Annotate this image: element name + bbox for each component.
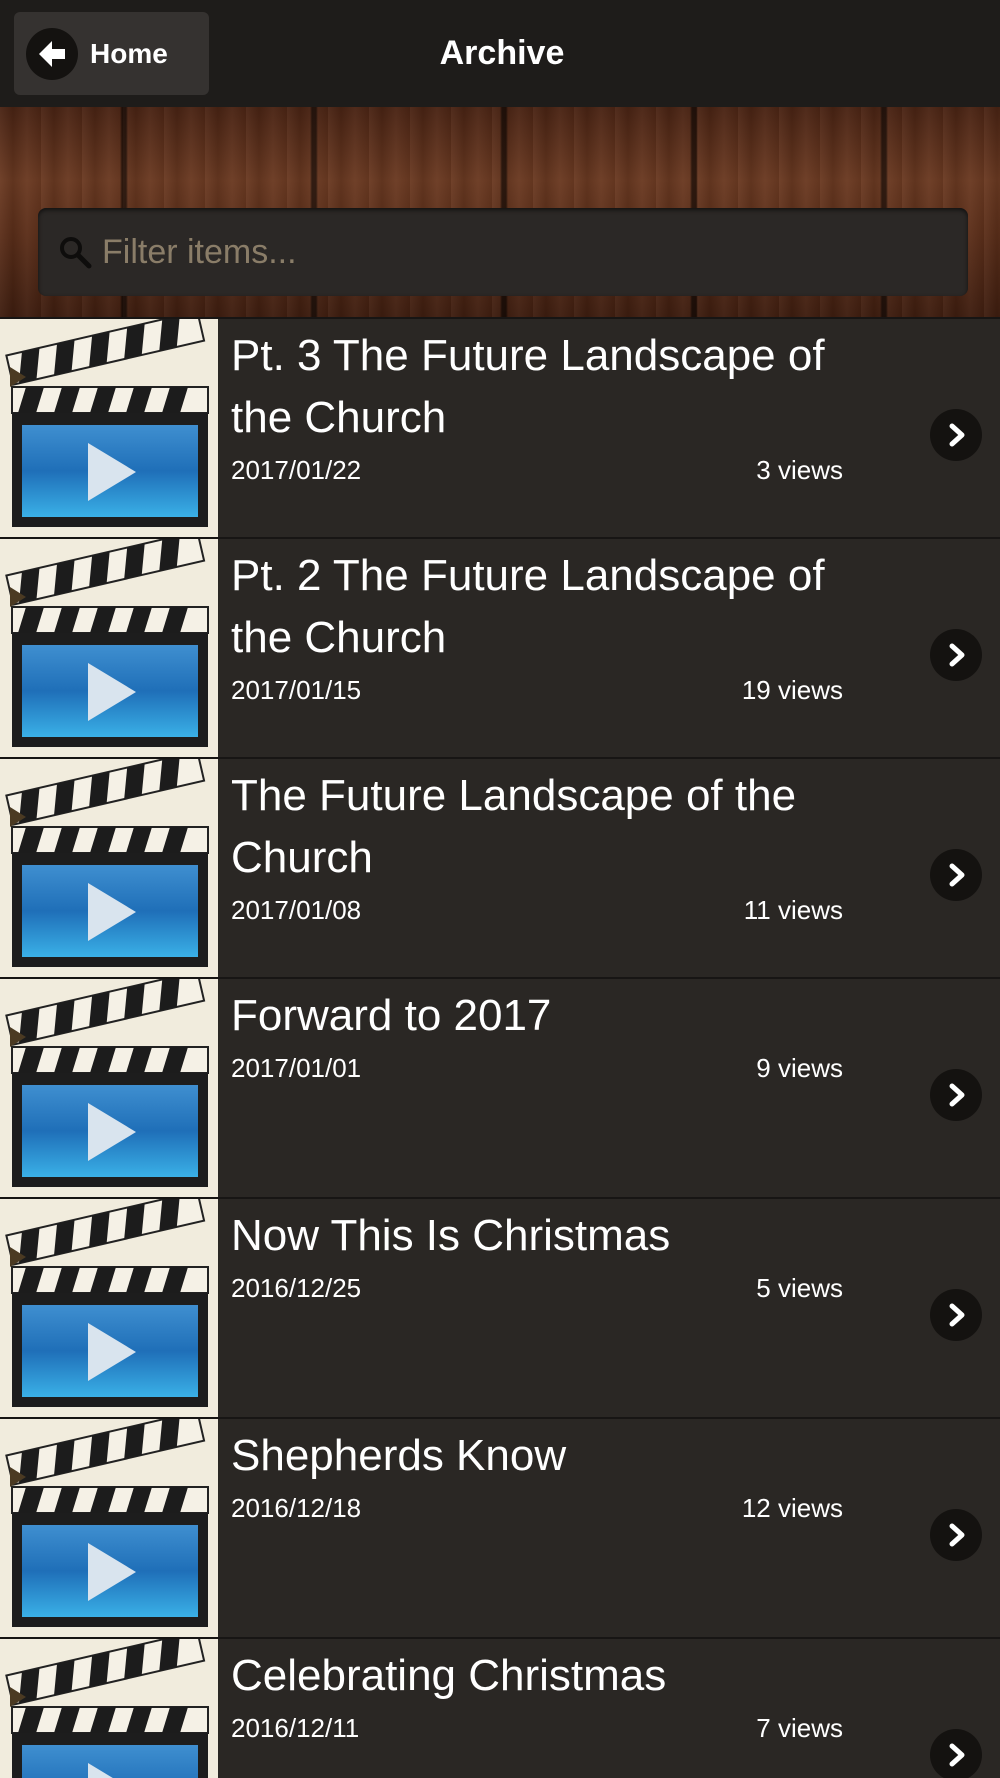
item-date: 2017/01/15 — [231, 675, 362, 705]
chevron-right-icon[interactable] — [930, 1509, 982, 1561]
item-title: Now This Is Christmas — [231, 1211, 671, 1260]
video-clapperboard-icon — [0, 979, 218, 1197]
item-date: 2016/12/25 — [231, 1273, 362, 1303]
item-meta: 2017/01/22 3 views — [231, 455, 843, 486]
video-clapperboard-icon — [0, 1639, 218, 1778]
list-item[interactable]: Celebrating Christmas 2016/12/11 7 views — [0, 1637, 1000, 1778]
video-clapperboard-icon — [0, 1419, 218, 1637]
chevron-right-icon[interactable] — [930, 1289, 982, 1341]
item-date: 2017/01/01 — [231, 1053, 362, 1083]
page-title: Archive — [439, 34, 565, 72]
item-title: Pt. 3 The Future Landscape of the Church — [231, 331, 825, 442]
item-views: 9 views — [756, 1053, 843, 1083]
search-icon — [52, 229, 98, 275]
video-clapperboard-icon — [0, 1199, 218, 1417]
item-title: The Future Landscape of the Church — [231, 771, 797, 882]
item-date: 2016/12/18 — [231, 1493, 362, 1523]
item-date: 2017/01/22 — [231, 455, 362, 485]
item-views: 19 views — [741, 675, 843, 705]
list-item[interactable]: Shepherds Know 2016/12/18 12 views — [0, 1417, 1000, 1637]
item-views: 3 views — [756, 455, 843, 485]
archive-list: Pt. 3 The Future Landscape of the Church… — [0, 317, 1000, 1778]
item-views: 12 views — [741, 1493, 843, 1523]
item-meta: 2016/12/11 7 views — [231, 1713, 843, 1744]
item-meta: 2017/01/01 9 views — [231, 1053, 843, 1084]
item-date: 2016/12/11 — [231, 1713, 360, 1743]
list-item[interactable]: Forward to 2017 2017/01/01 9 views — [0, 977, 1000, 1197]
list-item[interactable]: Now This Is Christmas 2016/12/25 5 views — [0, 1197, 1000, 1417]
video-clapperboard-icon — [0, 319, 218, 537]
chevron-right-icon[interactable] — [930, 849, 982, 901]
item-title: Forward to 2017 — [231, 991, 552, 1040]
chevron-right-icon[interactable] — [930, 1729, 982, 1778]
item-meta: 2017/01/08 11 views — [231, 895, 843, 926]
chevron-right-icon[interactable] — [930, 629, 982, 681]
item-views: 11 views — [743, 895, 843, 925]
item-title: Pt. 2 The Future Landscape of the Church — [231, 551, 825, 662]
chevron-right-icon[interactable] — [930, 409, 982, 461]
item-title: Celebrating Christmas — [231, 1651, 667, 1700]
video-clapperboard-icon — [0, 759, 218, 977]
item-views: 5 views — [756, 1273, 843, 1303]
filter-input[interactable] — [102, 232, 942, 272]
top-bar: Home Archive — [0, 0, 1000, 107]
item-meta: 2017/01/15 19 views — [231, 675, 843, 706]
list-item[interactable]: Pt. 3 The Future Landscape of the Church… — [0, 317, 1000, 537]
item-meta: 2016/12/18 12 views — [231, 1493, 843, 1524]
list-item[interactable]: Pt. 2 The Future Landscape of the Church… — [0, 537, 1000, 757]
video-clapperboard-icon — [0, 539, 218, 757]
item-meta: 2016/12/25 5 views — [231, 1273, 843, 1304]
item-views: 7 views — [756, 1713, 843, 1743]
list-item[interactable]: The Future Landscape of the Church 2017/… — [0, 757, 1000, 977]
item-title: Shepherds Know — [231, 1431, 567, 1480]
item-date: 2017/01/08 — [231, 895, 362, 925]
chevron-right-icon[interactable] — [930, 1069, 982, 1121]
search-bar — [38, 208, 968, 296]
